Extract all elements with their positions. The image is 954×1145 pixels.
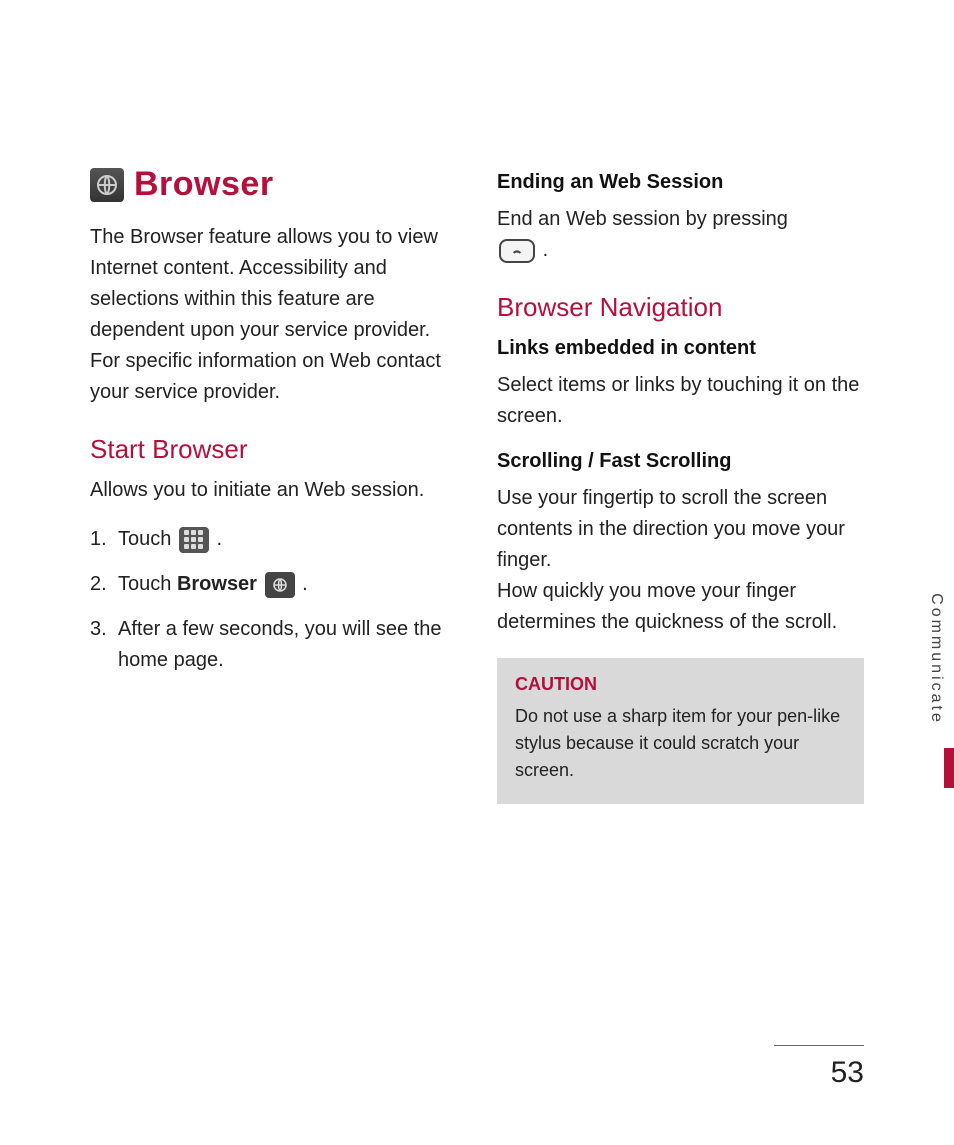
end-call-key-icon [499, 239, 535, 263]
start-browser-intro: Allows you to initiate an Web session. [90, 475, 457, 506]
body-frag: End an Web session by pressing [497, 208, 788, 230]
caution-label: CAUTION [515, 674, 846, 695]
links-body: Select items or links by touching it on … [497, 370, 864, 432]
step-text: Touch Browser . [118, 569, 457, 600]
page-number: 53 [774, 1056, 864, 1090]
step-text-frag: Touch [118, 573, 177, 595]
intro-paragraph: The Browser feature allows you to view I… [90, 222, 457, 408]
browser-globe-icon [265, 572, 295, 598]
page-title-row: Browser [90, 165, 457, 204]
manual-page: Browser The Browser feature allows you t… [0, 0, 954, 1145]
step-3: 3. After a few seconds, you will see the… [90, 614, 457, 676]
step-text-frag: . [217, 528, 223, 550]
heading-ending-session: Ending an Web Session [497, 171, 864, 194]
section-browser-navigation: Browser Navigation [497, 292, 864, 323]
side-tab-bar [944, 748, 954, 788]
step-text: Touch . [118, 524, 457, 555]
step-2: 2. Touch Browser . [90, 569, 457, 600]
step-text-frag: Touch [118, 528, 177, 550]
page-number-rule [774, 1045, 864, 1046]
body-frag: . [543, 239, 549, 261]
apps-grid-icon [179, 527, 209, 553]
step-text: After a few seconds, you will see the ho… [118, 614, 457, 676]
caution-box: CAUTION Do not use a sharp item for your… [497, 658, 864, 804]
section-start-browser: Start Browser [90, 434, 457, 465]
section-side-tab: Communicate [934, 570, 954, 788]
left-column: Browser The Browser feature allows you t… [90, 165, 457, 804]
step-number: 2. [90, 569, 118, 600]
caution-message: Do not use a sharp item for your pen-lik… [515, 703, 846, 784]
page-title: Browser [134, 165, 274, 204]
step-number: 1. [90, 524, 118, 555]
heading-links: Links embedded in content [497, 337, 864, 360]
step-1: 1. Touch . [90, 524, 457, 555]
globe-icon [90, 168, 124, 202]
heading-scrolling: Scrolling / Fast Scrolling [497, 450, 864, 473]
step-text-frag: . [302, 573, 308, 595]
two-column-layout: Browser The Browser feature allows you t… [90, 165, 864, 804]
side-tab-label: Communicate [927, 593, 945, 725]
scrolling-body: Use your fingertip to scroll the screen … [497, 483, 864, 638]
step-number: 3. [90, 614, 118, 645]
right-column: Ending an Web Session End an Web session… [497, 165, 864, 804]
ending-session-body: End an Web session by pressing . [497, 204, 864, 266]
page-number-block: 53 [774, 1045, 864, 1090]
step-text-bold: Browser [177, 573, 257, 595]
